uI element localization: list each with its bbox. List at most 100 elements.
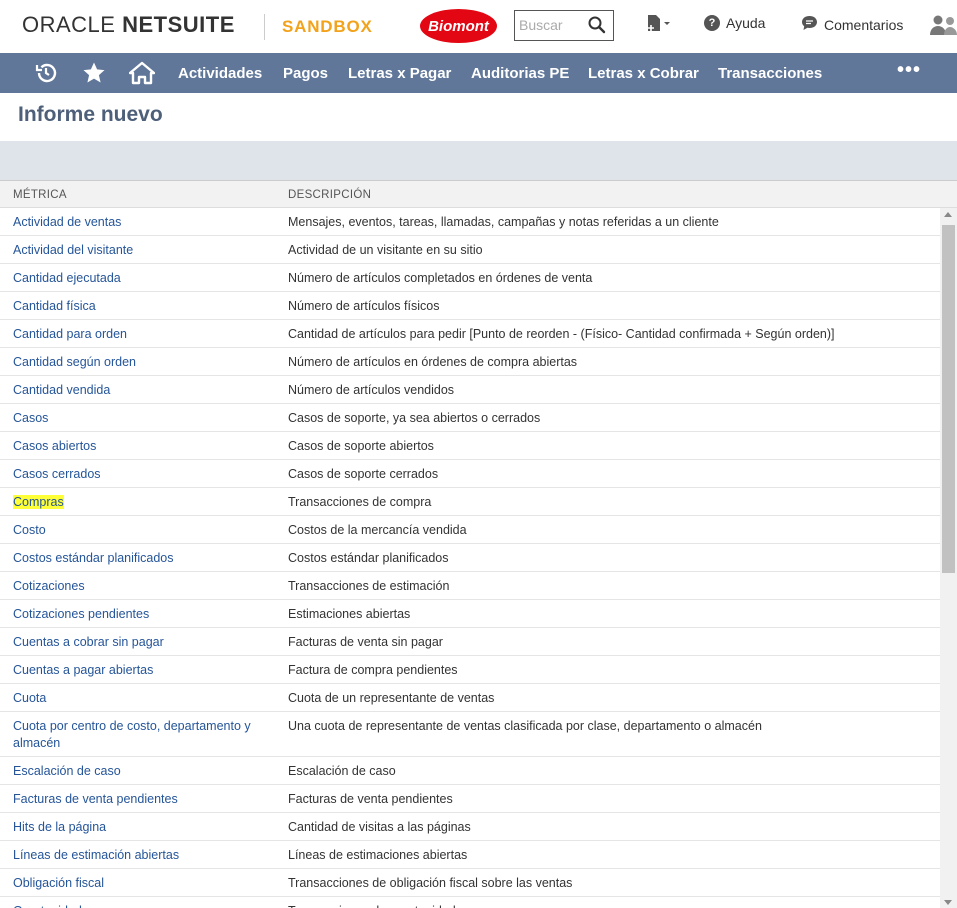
scroll-up-arrow-icon[interactable] (944, 212, 952, 217)
description-cell: Casos de soporte, ya sea abiertos o cerr… (288, 411, 541, 425)
help-icon: ? (704, 15, 720, 31)
metric-link[interactable]: Cuentas a pagar abiertas (13, 663, 153, 677)
metrics-table: Actividad de ventas Mensajes, eventos, ta… (0, 208, 940, 908)
table-row: Compras Transacciones de compra (0, 488, 940, 516)
description-cell: Facturas de venta sin pagar (288, 635, 443, 649)
table-row: Casos Casos de soporte, ya sea abiertos o… (0, 404, 940, 432)
description-cell: Mensajes, eventos, tareas, llamadas, cam… (288, 215, 719, 229)
description-cell: Estimaciones abiertas (288, 607, 411, 621)
table-row: Obligación fiscal Transacciones de obliga… (0, 869, 940, 897)
metric-cell: Hits de la página (0, 813, 288, 840)
metric-cell: Cantidad para orden (0, 320, 288, 347)
home-icon[interactable] (128, 61, 156, 90)
metric-cell: Casos abiertos (0, 432, 288, 459)
metric-link[interactable]: Casos (13, 411, 48, 425)
star-icon[interactable] (82, 61, 106, 90)
description-cell: Una cuota de representante de ventas cla… (288, 719, 762, 733)
metric-cell: Cuentas a pagar abiertas (0, 656, 288, 683)
table-row: Actividad de ventas Mensajes, eventos, ta… (0, 208, 940, 236)
metric-link[interactable]: Cantidad según orden (13, 355, 136, 369)
nav-pagos[interactable]: Pagos (283, 65, 328, 82)
global-search (514, 10, 614, 41)
nav-letras-x-cobrar[interactable]: Letras x Cobrar (588, 65, 699, 82)
table-row: Cotizaciones Transacciones de estimación (0, 572, 940, 600)
table-row: Oportunidad Transacciones de oportunidad (0, 897, 940, 908)
table-row: Cuota por centro de costo, departamento … (0, 712, 940, 757)
metric-link[interactable]: Cantidad para orden (13, 327, 127, 341)
main-navigation: Actividades Pagos Letras x Pagar Auditor… (0, 53, 957, 93)
metric-link[interactable]: Cotizaciones (13, 579, 85, 593)
metric-link[interactable]: Líneas de estimación abiertas (13, 848, 179, 862)
description-cell: Cantidad de visitas a las páginas (288, 820, 471, 834)
metric-link[interactable]: Cantidad física (13, 299, 96, 313)
nav-transacciones[interactable]: Transacciones (718, 65, 822, 82)
metric-cell: Casos cerrados (0, 460, 288, 487)
recent-icon[interactable] (34, 61, 58, 90)
description-cell: Casos de soporte abiertos (288, 439, 434, 453)
metric-cell: Cotizaciones pendientes (0, 600, 288, 627)
description-cell: Actividad de un visitante en su sitio (288, 243, 483, 257)
description-cell: Número de artículos completados en órden… (288, 271, 593, 285)
table-row: Cuota Cuota de un representante de ventas (0, 684, 940, 712)
metric-cell: Escalación de caso (0, 757, 288, 784)
metric-cell: Oportunidad (0, 897, 288, 908)
description-cell: Número de artículos físicos (288, 299, 440, 313)
feedback-label: Comentarios (824, 16, 904, 33)
metric-link[interactable]: Facturas de venta pendientes (13, 792, 178, 806)
metric-link[interactable]: Costos estándar planificados (13, 551, 174, 565)
description-cell: Número de artículos en órdenes de compra… (288, 355, 578, 369)
metric-cell: Costos estándar planificados (0, 544, 288, 571)
metric-link[interactable]: Costo (13, 523, 46, 537)
nav-letras-x-pagar[interactable]: Letras x Pagar (348, 65, 451, 82)
metric-link[interactable]: Cotizaciones pendientes (13, 607, 149, 621)
metric-link[interactable]: Obligación fiscal (13, 876, 104, 890)
description-cell: Cuota de un representante de ventas (288, 691, 495, 705)
table-row: Cantidad ejecutada Número de artículos co… (0, 264, 940, 292)
metric-link[interactable]: Casos abiertos (13, 439, 96, 453)
nav-auditorias-pe[interactable]: Auditorias PE (471, 65, 569, 82)
metric-cell: Cantidad ejecutada (0, 264, 288, 291)
metric-link[interactable]: Escalación de caso (13, 764, 121, 778)
table-row: Cantidad según orden Número de artículos … (0, 348, 940, 376)
metric-cell: Compras (0, 488, 288, 515)
description-cell: Transacciones de obligación fiscal sobre… (288, 876, 573, 890)
metric-link[interactable]: Cuota por centro de costo, departamento … (13, 719, 251, 750)
metric-link[interactable]: Actividad del visitante (13, 243, 133, 257)
help-link[interactable]: ? Ayuda (704, 15, 765, 31)
logo-netsuite-text: NETSUITE (122, 12, 235, 37)
metric-link[interactable]: Compras (13, 495, 64, 509)
search-icon[interactable] (588, 16, 606, 39)
description-cell: Escalación de caso (288, 764, 396, 778)
metric-link[interactable]: Cuota (13, 691, 46, 705)
search-input[interactable] (519, 11, 589, 39)
column-header-description[interactable]: DESCRIPCIÓN (288, 189, 371, 201)
metric-link[interactable]: Cantidad vendida (13, 383, 110, 397)
scrollbar-thumb[interactable] (942, 225, 955, 573)
company-logo[interactable]: Biomont (420, 9, 497, 43)
metric-link[interactable]: Casos cerrados (13, 467, 101, 481)
scroll-down-arrow-icon[interactable] (944, 900, 952, 905)
metric-cell: Líneas de estimación abiertas (0, 841, 288, 868)
netsuite-logo[interactable]: ORACLE NETSUITE (22, 12, 235, 38)
metric-link[interactable]: Actividad de ventas (13, 215, 121, 229)
metric-link[interactable]: Cantidad ejecutada (13, 271, 121, 285)
nav-actividades[interactable]: Actividades (178, 65, 262, 82)
feedback-link[interactable]: Comentarios (801, 15, 903, 34)
more-menu-icon[interactable]: ••• (897, 59, 921, 82)
description-cell: Transacciones de oportunidad (288, 897, 940, 908)
description-cell: Casos de soporte cerrados (288, 467, 439, 481)
description-cell: Transacciones de estimación (288, 579, 450, 593)
logo-divider (264, 14, 265, 40)
comment-icon (801, 15, 818, 34)
metric-link[interactable]: Cuentas a cobrar sin pagar (13, 635, 164, 649)
table-row: Facturas de venta pendientes Facturas de … (0, 785, 940, 813)
user-roles-icon[interactable] (930, 14, 957, 41)
table-row: Costos estándar planificados Costos están… (0, 544, 940, 572)
column-header-metric[interactable]: MÉTRICA (13, 189, 67, 201)
create-new-icon[interactable] (645, 14, 671, 41)
table-row: Cuentas a cobrar sin pagar Facturas de ve… (0, 628, 940, 656)
metric-link[interactable]: Hits de la página (13, 820, 106, 834)
metric-link[interactable]: Oportunidad (13, 904, 82, 908)
table-row: Actividad del visitante Actividad de un v… (0, 236, 940, 264)
page-title: Informe nuevo (18, 103, 163, 126)
